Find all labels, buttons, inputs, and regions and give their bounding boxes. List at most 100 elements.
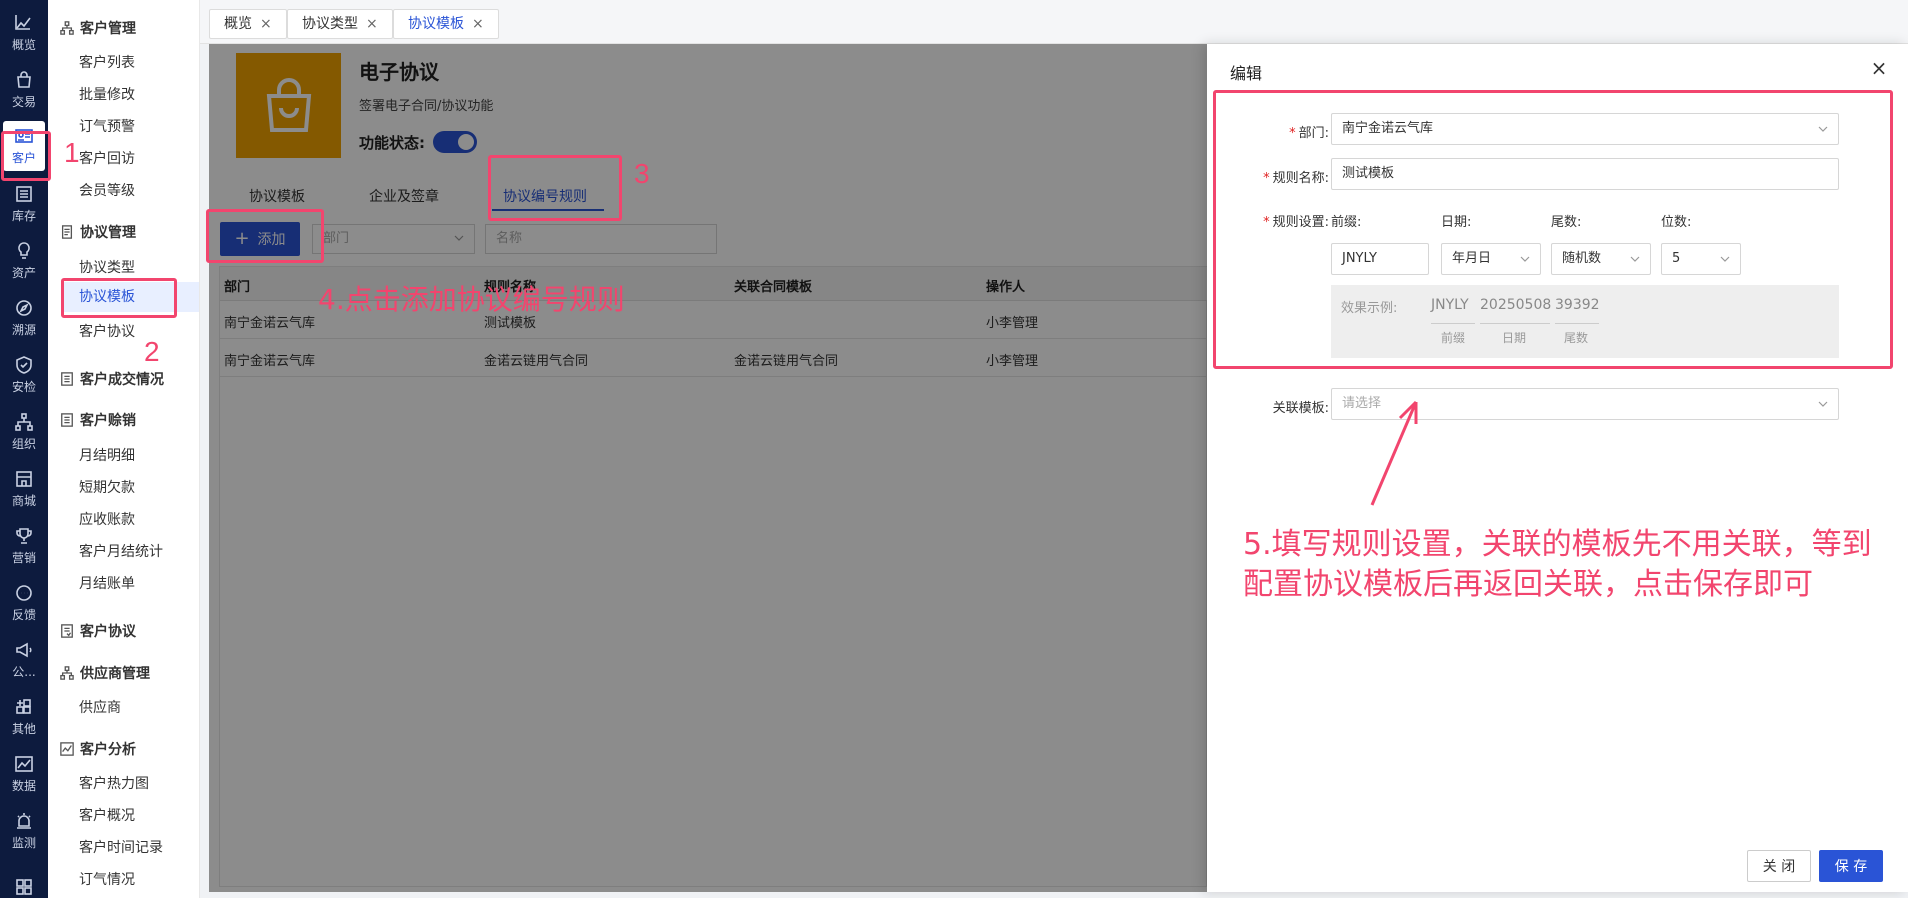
menu-overview[interactable]: 客户概况 [79, 805, 135, 825]
rail-item-3[interactable]: 库存 [0, 176, 48, 232]
tail-label: 尾数: [1551, 215, 1582, 230]
megaphone-icon [14, 640, 34, 660]
chart-icon [14, 13, 34, 33]
grid-plus-icon [14, 697, 34, 717]
menu-monthly-bill[interactable]: 月结账单 [79, 573, 135, 593]
menu-customer-list[interactable]: 客户列表 [79, 52, 135, 72]
menu-agreement-template[interactable]: 协议模板 [61, 282, 199, 312]
status-toggle[interactable] [433, 131, 477, 153]
date-label: 日期: [1441, 215, 1472, 230]
rule-name-input[interactable]: 测试模板 [1331, 158, 1839, 190]
chevron-down-icon [1818, 126, 1828, 132]
menu-gas-status[interactable]: 订气情况 [79, 869, 135, 889]
apps-icon [14, 877, 34, 897]
rail-label: 数据 [11, 779, 36, 793]
rail-item-5[interactable]: 溯源 [0, 290, 48, 346]
rail-label: 概览 [11, 38, 36, 52]
page-tab-number-rule[interactable]: 协议编号规则 [503, 186, 587, 206]
annotation-number: 1 [64, 137, 80, 168]
menu-member-level[interactable]: 会员等级 [79, 180, 135, 200]
tab-overview[interactable]: 概览 × [209, 9, 287, 39]
rail-item-15[interactable] [0, 860, 48, 898]
prefix-input[interactable]: JNYLY [1331, 243, 1429, 275]
dept-select[interactable]: 南宁金诺云气库 [1331, 113, 1839, 145]
org-icon [60, 666, 74, 680]
rail-item-13[interactable]: 数据 [0, 746, 48, 802]
close-icon[interactable]: × [260, 10, 272, 38]
menu-monthly-stats[interactable]: 客户月结统计 [79, 541, 163, 561]
group-credit-sales[interactable]: 客户赊销 [60, 410, 136, 430]
annotation-step4: 4.点击添加协议编号规则 [318, 283, 625, 316]
menu-customer-visit[interactable]: 客户回访 [79, 148, 135, 168]
document-icon [60, 225, 74, 239]
cell-rule-name: 金诺云链用气合同 [484, 354, 589, 369]
add-button[interactable]: + 添加 [220, 222, 300, 256]
annotation-number: 2 [144, 336, 160, 367]
rail-item-12[interactable]: 其他 [0, 689, 48, 745]
close-icon[interactable]: × [1869, 58, 1889, 78]
group-customer-agreement[interactable]: 客户协议 [60, 621, 136, 641]
analytics-icon [60, 742, 74, 756]
close-icon[interactable]: × [472, 10, 484, 38]
tab-agreement-template[interactable]: 协议模板 × [393, 9, 499, 39]
group-label: 客户管理 [80, 21, 136, 37]
tab-agreement-type[interactable]: 协议类型 × [287, 9, 393, 39]
rail-label: 库存 [11, 209, 36, 223]
menu-supplier[interactable]: 供应商 [79, 697, 121, 717]
template-select[interactable]: 请选择 [1331, 388, 1839, 420]
table-row[interactable]: 南宁金诺云气库 金诺云链用气合同 金诺云链用气合同 小李管理 [220, 339, 1208, 377]
group-supplier-mgmt[interactable]: 供应商管理 [60, 663, 150, 683]
menu-agreement-type[interactable]: 协议类型 [79, 257, 135, 277]
menu-time-record[interactable]: 客户时间记录 [79, 837, 163, 857]
list-icon [14, 184, 34, 204]
date-select[interactable]: 年月日 [1441, 243, 1541, 275]
rail-item-8[interactable]: 商城 [0, 461, 48, 517]
menu-heatmap[interactable]: 客户热力图 [79, 773, 149, 793]
rail-item-1[interactable]: 交易 [0, 62, 48, 118]
dept-filter-select[interactable]: 部门 [312, 224, 475, 254]
date-value: 年月日 [1452, 251, 1492, 266]
dept-label: * 部门: [1289, 126, 1329, 141]
group-customer-analysis[interactable]: 客户分析 [60, 739, 136, 759]
annotation-number: 3 [634, 158, 650, 189]
rail-item-10[interactable]: 反馈 [0, 575, 48, 631]
function-status: 功能状态: [359, 131, 477, 153]
rail-item-14[interactable]: 监测 [0, 803, 48, 859]
digits-select[interactable]: 5 [1661, 243, 1741, 275]
name-filter-input[interactable]: 名称 [485, 224, 717, 254]
caption-date: 日期 [1502, 331, 1527, 345]
rail-item-0[interactable]: 概览 [0, 5, 48, 61]
menu-receivables[interactable]: 应收账款 [79, 509, 135, 529]
drawer-title: 编辑 [1230, 64, 1263, 83]
menu-gas-warning[interactable]: 订气预警 [79, 116, 135, 136]
page-tab-template[interactable]: 协议模板 [249, 186, 305, 206]
menu-monthly-detail[interactable]: 月结明细 [79, 445, 135, 465]
rail-item-11[interactable]: 公... [0, 632, 48, 688]
group-deal-status[interactable]: 客户成交情况 [60, 369, 164, 389]
rail-item-4[interactable]: 资产 [0, 233, 48, 289]
report-icon [60, 372, 74, 386]
group-label: 客户赊销 [80, 413, 136, 429]
line-chart-icon [14, 754, 34, 774]
rail-item-9[interactable]: 营销 [0, 518, 48, 574]
rail-label: 其他 [11, 722, 36, 736]
close-button[interactable]: 关 闭 [1747, 850, 1811, 882]
close-icon[interactable]: × [366, 10, 378, 38]
cell-linked-template: 金诺云链用气合同 [734, 354, 839, 369]
group-label: 协议管理 [80, 225, 136, 241]
menu-batch-edit[interactable]: 批量修改 [79, 84, 135, 104]
rail-item-7[interactable]: 组织 [0, 404, 48, 460]
shield-icon [14, 355, 34, 375]
page-tab-enterprise-seal[interactable]: 企业及签章 [369, 186, 439, 206]
group-label: 客户成交情况 [80, 372, 164, 388]
group-customer-mgmt[interactable]: 客户管理 [60, 18, 136, 38]
menu-short-owed[interactable]: 短期欠款 [79, 477, 135, 497]
menu-customer-agreement[interactable]: 客户协议 [79, 321, 135, 341]
group-agreement-mgmt[interactable]: 协议管理 [60, 222, 136, 242]
rail-label: 资产 [11, 266, 36, 280]
save-button[interactable]: 保 存 [1819, 850, 1883, 882]
rule-setting-label: * 规则设置: [1263, 215, 1329, 230]
rail-item-2[interactable]: 客户 [3, 121, 45, 171]
tail-select[interactable]: 随机数 [1551, 243, 1651, 275]
rail-item-6[interactable]: 安检 [0, 347, 48, 403]
